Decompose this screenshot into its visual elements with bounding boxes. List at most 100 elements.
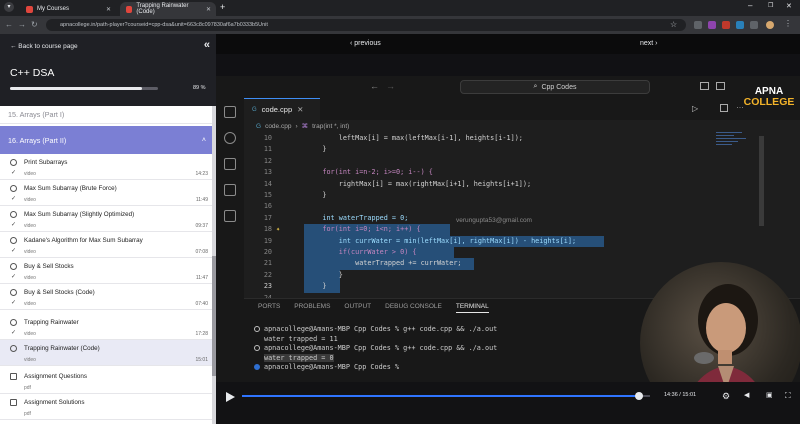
watermark: verungupta53@gmail.com: [456, 217, 532, 224]
lesson-type: video: [24, 249, 36, 255]
lesson-title: Assignment Questions: [24, 373, 87, 380]
lesson-item[interactable]: Kadane's Algorithm for Max Sum Subarray …: [0, 232, 212, 258]
minimize-icon[interactable]: –: [748, 1, 752, 10]
terminal-line: apnacollege@Amans-MBP Cpp Codes % g++ co…: [254, 344, 497, 354]
close-tab-icon[interactable]: ✕: [106, 6, 111, 13]
checkmark-icon: ✓: [11, 222, 17, 228]
close-tab-icon[interactable]: ✕: [206, 6, 211, 13]
restore-icon[interactable]: ❐: [768, 2, 773, 9]
line-number: 12: [263, 156, 272, 165]
menu-dots-icon[interactable]: ⋮: [784, 19, 792, 28]
reload-icon[interactable]: ↻: [31, 19, 38, 31]
lesson-duration: 14:23: [195, 171, 208, 177]
lesson-title: Trapping Rainwater (Code): [24, 345, 100, 352]
previous-lesson-button[interactable]: ‹ previous: [350, 40, 381, 47]
lesson-item[interactable]: Assignment Questions pdf: [0, 368, 212, 394]
course-title: C++ DSA: [10, 67, 55, 79]
lightbulb-icon: ✦: [276, 225, 281, 234]
code-line: }: [306, 270, 343, 279]
breadcrumb: G code.cpp › ⌘ trap(int *, int): [244, 120, 800, 132]
tab-list-chevron-icon[interactable]: ▾: [4, 2, 14, 12]
checkmark-icon: ✓: [11, 170, 17, 176]
close-window-icon[interactable]: ✕: [786, 2, 792, 10]
lesson-item[interactable]: Buy & Sell Stocks ✓ video 11:47: [0, 258, 212, 284]
extension-icon[interactable]: [736, 21, 744, 29]
section-arrays-part-1[interactable]: 15. Arrays (Part I): [0, 106, 212, 124]
volume-icon[interactable]: ◀: [744, 391, 749, 401]
line-number: 11: [263, 145, 272, 154]
fullscreen-icon[interactable]: ⛶: [785, 391, 791, 401]
url-text: apnacollege.in/path-player?courseid=cpp-…: [60, 22, 268, 28]
profile-avatar[interactable]: [766, 21, 774, 29]
video-player[interactable]: ‹ previous next › ← → ⌕ Cpp Codes G code…: [216, 34, 800, 424]
extension-icon[interactable]: [694, 21, 702, 29]
lesson-title: Assignment Solutions: [24, 399, 85, 406]
section-arrays-part-2[interactable]: 16. Arrays (Part II) ˄: [0, 126, 212, 154]
time-display: 14:36 / 15:01: [664, 392, 697, 398]
lesson-type: video: [24, 275, 36, 281]
lesson-duration: 07:08: [195, 249, 208, 255]
code-line: }: [306, 191, 327, 199]
tab-favicon-icon: [26, 5, 33, 13]
chevron-right-icon: ›: [295, 122, 298, 130]
terminal-line: water trapped = 0: [254, 353, 497, 364]
code-line: waterTrapped += currWater;: [306, 259, 462, 268]
picture-in-picture-icon[interactable]: ▣: [766, 391, 773, 401]
line-number: 17: [263, 213, 272, 222]
seek-handle[interactable]: [635, 392, 643, 400]
back-to-course-link[interactable]: ← Back to course page: [10, 43, 78, 50]
sidebar-header: ← Back to course page « C++ DSA 89 %: [0, 34, 216, 106]
lesson-duration: 11:49: [195, 197, 208, 203]
forward-icon[interactable]: →: [18, 19, 26, 31]
url-field[interactable]: apnacollege.in/path-player?courseid=cpp-…: [46, 19, 686, 31]
checkmark-icon: ✓: [11, 248, 17, 254]
seek-bar[interactable]: [242, 392, 650, 400]
checkmark-icon: ✓: [11, 330, 17, 336]
terminal-output: apnacollege@Amans-MBP Cpp Codes % g++ co…: [254, 325, 497, 373]
nav-back-icon: ←: [370, 81, 379, 91]
tab-title: My Courses: [37, 6, 70, 12]
extension-icon[interactable]: [722, 21, 730, 29]
checkmark-icon: ✓: [11, 300, 17, 306]
lesson-item[interactable]: Max Sum Subarray (Slightly Optimized) ✓ …: [0, 206, 212, 232]
cpp-file-icon: G: [256, 122, 262, 130]
lesson-item[interactable]: Print Subarrays ✓ video 14:23: [0, 154, 212, 180]
panel-tab-ports: PORTS: [258, 303, 281, 310]
terminal-line: apnacollege@Amans-MBP Cpp Codes % g++ co…: [254, 325, 497, 335]
collapse-sidebar-icon[interactable]: «: [204, 39, 210, 51]
lesson-item-current[interactable]: Trapping Rainwater (Code) video 15:01: [0, 340, 212, 366]
panel-tab-problems: PROBLEMS: [294, 303, 331, 310]
code-line: rightMax[i] = max(rightMax[i+1], heights…: [306, 179, 532, 188]
minimap: [716, 132, 756, 172]
terminal-text: water trapped = 11: [264, 334, 338, 343]
star-icon[interactable]: ☆: [670, 20, 677, 29]
address-bar-row: ← → ↻ apnacollege.in/path-player?coursei…: [0, 16, 800, 34]
code-line: int waterTrapped = 0;: [306, 213, 409, 222]
line-number: 21: [263, 259, 272, 268]
lesson-type: pdf: [24, 411, 31, 417]
new-tab-button[interactable]: +: [220, 2, 225, 12]
lesson-title: Buy & Sell Stocks (Code): [24, 289, 95, 296]
tab-trapping-rainwater[interactable]: Trapping Rainwater (Code) ✕: [120, 2, 216, 16]
terminal-text: apnacollege@Amans-MBP Cpp Codes % g++ co…: [264, 344, 498, 352]
section-title: 16. Arrays (Part II): [8, 135, 67, 145]
lesson-item[interactable]: Assignment Solutions pdf: [0, 394, 212, 420]
line-number: 10: [263, 134, 272, 142]
puzzle-icon[interactable]: [750, 21, 758, 29]
layout-icon: [716, 82, 725, 90]
settings-gear-icon[interactable]: ⚙: [722, 391, 730, 401]
checkmark-icon: ✓: [11, 196, 17, 202]
next-lesson-button[interactable]: next ›: [640, 40, 658, 47]
lesson-item[interactable]: Buy & Sell Stocks (Code) ✓ video 07:40: [0, 284, 212, 310]
back-icon[interactable]: ←: [5, 19, 13, 31]
lesson-item[interactable]: Max Sum Subarray (Brute Force) ✓ video 1…: [0, 180, 212, 206]
lesson-type: pdf: [24, 385, 31, 391]
close-icon: ✕: [297, 105, 304, 114]
lesson-item[interactable]: Trapping Rainwater ✓ video 17:28: [0, 314, 212, 340]
tab-my-courses[interactable]: My Courses ✕: [20, 2, 116, 16]
play-icon[interactable]: [226, 392, 235, 402]
code-line: leftMax[i] = max(leftMax[i-1], heights[i…: [306, 134, 523, 142]
line-number: 23: [263, 282, 272, 291]
extension-icon[interactable]: [708, 21, 716, 29]
line-number: 22: [263, 270, 272, 279]
